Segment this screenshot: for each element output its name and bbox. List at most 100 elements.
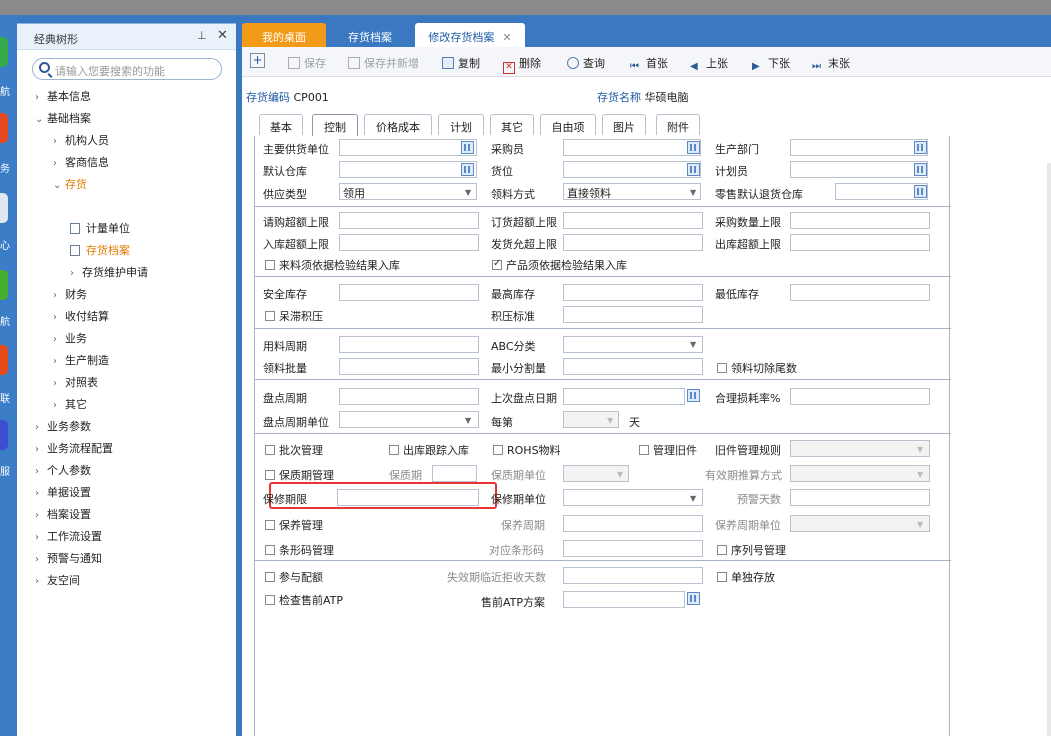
tree-item-other[interactable]: › 其它 bbox=[53, 396, 87, 412]
tree-item-business-params[interactable]: › 业务参数 bbox=[35, 418, 91, 434]
safety-stock-input[interactable] bbox=[339, 284, 479, 301]
tree-item-base-archives[interactable]: ⌄ 基础档案 bbox=[35, 110, 91, 126]
planner-input[interactable] bbox=[790, 161, 928, 178]
quota-checkbox[interactable]: 参与配额 bbox=[265, 569, 323, 585]
tree-item-basic-info[interactable]: › 基本信息 bbox=[35, 88, 91, 104]
tree-item-settlement[interactable]: › 收付结算 bbox=[53, 308, 109, 324]
slow-moving-checkbox[interactable]: 呆滞积压 bbox=[265, 308, 323, 324]
prev-button[interactable]: ◀ 上张 bbox=[690, 55, 728, 73]
warranty-input[interactable] bbox=[337, 489, 479, 506]
old-parts-checkbox[interactable]: 管理旧件 bbox=[639, 442, 697, 458]
product-qc-checkbox[interactable]: 产品须依据检验结果入库 bbox=[492, 257, 627, 273]
pin-icon[interactable]: ⊥ bbox=[197, 29, 207, 42]
shelf-life-checkbox[interactable]: 保质期管理 bbox=[265, 467, 334, 483]
usage-cycle-input[interactable] bbox=[339, 336, 479, 353]
tree-item-personal-params[interactable]: › 个人参数 bbox=[35, 462, 91, 478]
maint-cycle-input[interactable] bbox=[563, 515, 703, 532]
expiry-reject-input[interactable] bbox=[563, 567, 703, 584]
prod-dept-input[interactable] bbox=[790, 139, 928, 156]
tree-item-customer-vendor[interactable]: › 客商信息 bbox=[53, 154, 109, 170]
warning-days-input[interactable] bbox=[790, 489, 930, 506]
pick-trim-checkbox[interactable]: 领料切除尾数 bbox=[717, 360, 797, 376]
supply-type-select[interactable]: 领用 bbox=[339, 183, 477, 200]
tree-item-org-staff[interactable]: › 机构人员 bbox=[53, 132, 109, 148]
maintenance-checkbox[interactable]: 保养管理 bbox=[265, 517, 323, 533]
tree-item-workflow-config[interactable]: › 业务流程配置 bbox=[35, 440, 113, 456]
copy-button[interactable]: 复制 bbox=[442, 55, 480, 71]
batch-management-checkbox[interactable]: 批次管理 bbox=[265, 442, 323, 458]
next-button[interactable]: ▶ 下张 bbox=[752, 55, 790, 73]
ref-picker-icon[interactable] bbox=[914, 141, 927, 154]
module-icon[interactable] bbox=[0, 113, 8, 143]
delete-button[interactable]: ✕ 删除 bbox=[503, 55, 541, 74]
count-cycle-unit-select[interactable] bbox=[339, 411, 479, 428]
tree-item-archive-settings[interactable]: › 档案设置 bbox=[35, 506, 91, 522]
tab-attachments[interactable]: 附件 bbox=[656, 114, 700, 135]
module-icon[interactable] bbox=[0, 193, 8, 223]
tab-images[interactable]: 图片 bbox=[602, 114, 646, 135]
barcode-input[interactable] bbox=[563, 540, 703, 557]
atp-check-checkbox[interactable]: 检查售前ATP bbox=[265, 592, 343, 608]
tree-item-manufacturing[interactable]: › 生产制造 bbox=[53, 352, 109, 368]
out-trace-in-checkbox[interactable]: 出库跟踪入库 bbox=[389, 442, 469, 458]
tab-control[interactable]: 控制 bbox=[312, 114, 358, 136]
ref-picker-icon[interactable] bbox=[461, 163, 474, 176]
save-button[interactable]: 保存 bbox=[288, 55, 326, 71]
backlog-std-input[interactable] bbox=[563, 306, 703, 323]
tree-item-workflow-settings[interactable]: › 工作流设置 bbox=[35, 528, 102, 544]
tree-item-inventory-request[interactable]: › 存货维护申请 bbox=[70, 264, 148, 280]
expiry-method-select[interactable] bbox=[790, 465, 930, 482]
separate-storage-checkbox[interactable]: 单独存放 bbox=[717, 569, 775, 585]
pick-method-select[interactable]: 直接领料 bbox=[563, 183, 701, 200]
atp-scheme-input[interactable] bbox=[563, 591, 685, 608]
purchase-qty-limit-input[interactable] bbox=[790, 212, 930, 229]
ref-picker-icon[interactable] bbox=[687, 141, 700, 154]
abc-select[interactable] bbox=[563, 336, 703, 353]
save-and-new-button[interactable]: 保存并新增 bbox=[348, 55, 419, 71]
close-tab-icon[interactable]: ✕ bbox=[502, 31, 511, 44]
ref-picker-icon[interactable] bbox=[687, 592, 700, 605]
last-button[interactable]: ⏭ 末张 bbox=[812, 55, 850, 73]
order-over-limit-input[interactable] bbox=[563, 212, 703, 229]
count-cycle-input[interactable] bbox=[339, 388, 479, 405]
ref-picker-icon[interactable] bbox=[461, 141, 474, 154]
tab-inventory-archive[interactable]: 存货档案 bbox=[335, 23, 405, 47]
tab-basic[interactable]: 基本 bbox=[259, 114, 303, 135]
tab-other[interactable]: 其它 bbox=[490, 114, 534, 135]
main-supplier-input[interactable] bbox=[339, 139, 477, 156]
old-parts-rule-select[interactable] bbox=[790, 440, 930, 457]
tree-item-friend-space[interactable]: › 友空间 bbox=[35, 572, 80, 588]
barcode-checkbox[interactable]: 条形码管理 bbox=[265, 542, 334, 558]
module-icon[interactable] bbox=[0, 270, 8, 300]
shelf-life-input[interactable] bbox=[432, 465, 477, 482]
tree-item-mapping[interactable]: › 对照表 bbox=[53, 374, 98, 390]
in-over-limit-input[interactable] bbox=[339, 234, 479, 251]
search-input[interactable]: 请输入您要搜索的功能 bbox=[32, 58, 222, 80]
tab-free-items[interactable]: 自由项 bbox=[540, 114, 596, 135]
ref-picker-icon[interactable] bbox=[914, 163, 927, 176]
tree-item-uom[interactable]: 计量单位 bbox=[70, 220, 130, 236]
req-over-limit-input[interactable] bbox=[339, 212, 479, 229]
rohs-checkbox[interactable]: ROHS物料 bbox=[493, 442, 561, 458]
tab-price-cost[interactable]: 价格成本 bbox=[364, 114, 432, 135]
serial-checkbox[interactable]: 序列号管理 bbox=[717, 542, 786, 558]
incoming-qc-checkbox[interactable]: 来料须依据检验结果入库 bbox=[265, 257, 400, 273]
module-icon[interactable] bbox=[0, 420, 8, 450]
last-count-date-input[interactable] bbox=[563, 388, 685, 405]
reasonable-loss-input[interactable] bbox=[790, 388, 930, 405]
tree-item-alerts[interactable]: › 预警与通知 bbox=[35, 550, 102, 566]
tab-edit-inventory-archive[interactable]: 修改存货档案 ✕ bbox=[415, 23, 525, 47]
pick-batch-input[interactable] bbox=[339, 358, 479, 375]
out-over-limit-input[interactable] bbox=[790, 234, 930, 251]
warranty-unit-select[interactable] bbox=[563, 489, 703, 506]
buyer-input[interactable] bbox=[563, 139, 701, 156]
tree-item-business[interactable]: › 业务 bbox=[53, 330, 87, 346]
ref-picker-icon[interactable] bbox=[687, 163, 700, 176]
module-icon[interactable] bbox=[0, 37, 8, 67]
tree-item-finance[interactable]: › 财务 bbox=[53, 286, 87, 302]
max-stock-input[interactable] bbox=[563, 284, 703, 301]
first-button[interactable]: ⏮ 首张 bbox=[630, 55, 668, 73]
tree-item-doc-settings[interactable]: › 单据设置 bbox=[35, 484, 91, 500]
module-icon[interactable] bbox=[0, 345, 8, 375]
default-wh-input[interactable] bbox=[339, 161, 477, 178]
